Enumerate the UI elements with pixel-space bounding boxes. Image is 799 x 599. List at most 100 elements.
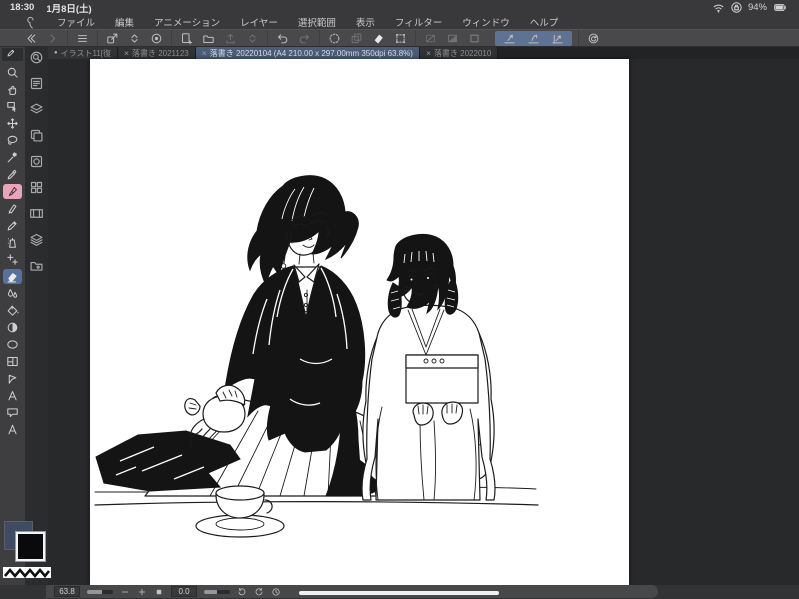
expand-collapse-2-button[interactable] bbox=[246, 32, 259, 45]
command-group bbox=[415, 30, 489, 46]
tab-close-button[interactable]: × bbox=[124, 48, 129, 58]
quick-access-palette-button[interactable] bbox=[29, 50, 44, 65]
forward-chevron-button[interactable] bbox=[46, 32, 59, 45]
status-bar: 18:30 1月8日(土) 94% bbox=[0, 0, 799, 15]
line-correct-tool[interactable] bbox=[3, 371, 22, 386]
ruler-icon bbox=[8, 424, 17, 435]
airbrush-tool[interactable] bbox=[3, 235, 22, 250]
app-logo-icon[interactable] bbox=[24, 16, 37, 29]
eraser-tool[interactable] bbox=[3, 269, 22, 284]
color-set-palette-button[interactable] bbox=[29, 180, 44, 195]
tab-close-button[interactable]: × bbox=[426, 48, 431, 58]
transform-button[interactable] bbox=[394, 32, 407, 45]
canvas-page[interactable] bbox=[90, 59, 629, 585]
rotation-slider[interactable] bbox=[204, 589, 230, 594]
menu-item[interactable]: 編集 bbox=[105, 18, 144, 29]
selection-border-button[interactable] bbox=[468, 32, 481, 45]
navigator-palette-button[interactable] bbox=[29, 154, 44, 169]
transparent-color-swatch[interactable] bbox=[3, 567, 51, 578]
operate-tool[interactable] bbox=[3, 99, 22, 114]
command-group bbox=[97, 30, 171, 46]
document-tab[interactable]: × 落書き 20220104 (A4 210.00 x 297.00mm 350d… bbox=[195, 47, 420, 59]
fill-tool[interactable] bbox=[3, 303, 22, 318]
blend-button[interactable] bbox=[372, 32, 385, 45]
zoom-value[interactable]: 63.8 bbox=[54, 586, 80, 597]
deselect-button[interactable] bbox=[424, 32, 437, 45]
canvas-artwork[interactable] bbox=[90, 59, 629, 585]
back-chevrons-button[interactable] bbox=[24, 32, 37, 45]
tool-property-palette-button[interactable] bbox=[29, 76, 44, 91]
menu-item[interactable]: ウィンドウ bbox=[452, 18, 520, 29]
new-canvas-button[interactable] bbox=[180, 32, 193, 45]
rotation-lock-icon bbox=[730, 1, 743, 14]
reset-rotation-button[interactable] bbox=[271, 587, 281, 597]
move-tool[interactable] bbox=[3, 116, 22, 131]
document-tab[interactable]: × 落書き 2021123 bbox=[118, 47, 196, 59]
decoration-tool[interactable] bbox=[3, 252, 22, 267]
zoom-in-button[interactable] bbox=[137, 587, 147, 597]
open-file-button[interactable] bbox=[202, 32, 215, 45]
sub-tool-palette-button[interactable] bbox=[29, 102, 44, 117]
menu-item[interactable]: ヘルプ bbox=[520, 18, 569, 29]
rotate-reset-button[interactable] bbox=[587, 32, 600, 45]
eyedropper-tool[interactable] bbox=[3, 167, 22, 182]
text-tool[interactable] bbox=[3, 388, 22, 403]
current-tool-indicator[interactable] bbox=[2, 48, 23, 61]
menu-item[interactable]: アニメーション bbox=[144, 18, 230, 29]
tab-close-button[interactable]: × bbox=[202, 48, 207, 58]
rotate-ccw-button[interactable] bbox=[237, 587, 247, 597]
auto-select-tool[interactable] bbox=[3, 150, 22, 165]
frame-icon bbox=[7, 357, 18, 366]
auto-select-icon bbox=[7, 152, 17, 163]
rotate-cw-button[interactable] bbox=[254, 587, 264, 597]
layer-move-button[interactable] bbox=[350, 32, 363, 45]
menu-item[interactable]: フィルター bbox=[385, 18, 452, 29]
back-chevrons-icon bbox=[27, 33, 36, 43]
battery-percent: 94% bbox=[747, 2, 767, 13]
hand-tool[interactable] bbox=[3, 82, 22, 97]
menu-item[interactable]: 表示 bbox=[346, 18, 385, 29]
document-tab[interactable]: ● イラスト11[復 bbox=[48, 47, 118, 59]
layers-palette-button[interactable] bbox=[29, 232, 44, 247]
expand-collapse-button[interactable] bbox=[128, 32, 141, 45]
selection-launcher-button[interactable] bbox=[328, 32, 341, 45]
ruler-tool[interactable] bbox=[3, 422, 22, 437]
menu-item[interactable]: ファイル bbox=[47, 18, 105, 29]
command-bar bbox=[0, 29, 799, 47]
preview-button[interactable] bbox=[150, 32, 163, 45]
brush-tool[interactable] bbox=[3, 201, 22, 216]
menu-item[interactable]: レイヤー bbox=[230, 18, 288, 29]
sub-tool-icon bbox=[30, 103, 43, 114]
save-export-button[interactable] bbox=[224, 32, 237, 45]
main-menu-button[interactable] bbox=[76, 32, 89, 45]
timeline-palette-button[interactable] bbox=[29, 206, 44, 221]
snap-ruler-button[interactable] bbox=[503, 32, 516, 45]
document-tab[interactable]: × 落書き 2022010 bbox=[419, 47, 499, 59]
invert-selection-button[interactable] bbox=[446, 32, 459, 45]
fit-screen-button[interactable] bbox=[154, 587, 164, 597]
undo-button[interactable] bbox=[276, 32, 289, 45]
command-group bbox=[267, 30, 319, 46]
sub-color-swatch[interactable] bbox=[18, 534, 43, 559]
pen-tool[interactable] bbox=[3, 184, 22, 199]
expand-collapse-icon bbox=[249, 33, 256, 43]
blend-tool-tool[interactable] bbox=[3, 286, 22, 301]
gradient-tool[interactable] bbox=[3, 320, 22, 335]
redo-button[interactable] bbox=[298, 32, 311, 45]
pencil-tool[interactable] bbox=[3, 218, 22, 233]
zoom-slider[interactable] bbox=[87, 589, 113, 594]
balloon-tool[interactable] bbox=[3, 405, 22, 420]
snap-curve-button[interactable] bbox=[527, 32, 540, 45]
lasso-tool[interactable] bbox=[3, 133, 22, 148]
frame-tool[interactable] bbox=[3, 354, 22, 369]
zoom-tool[interactable] bbox=[3, 65, 22, 80]
zoom-out-button[interactable] bbox=[120, 587, 130, 597]
open-panel-button[interactable] bbox=[106, 32, 119, 45]
menu-item[interactable]: 選択範囲 bbox=[288, 18, 346, 29]
home-indicator[interactable] bbox=[299, 591, 499, 595]
rotation-value[interactable]: 0.0 bbox=[171, 586, 197, 597]
figure-tool[interactable] bbox=[3, 337, 22, 352]
snap-angle-button[interactable] bbox=[551, 32, 564, 45]
brush-shape-palette-button[interactable] bbox=[29, 128, 44, 143]
materials-palette-button[interactable] bbox=[29, 258, 44, 273]
